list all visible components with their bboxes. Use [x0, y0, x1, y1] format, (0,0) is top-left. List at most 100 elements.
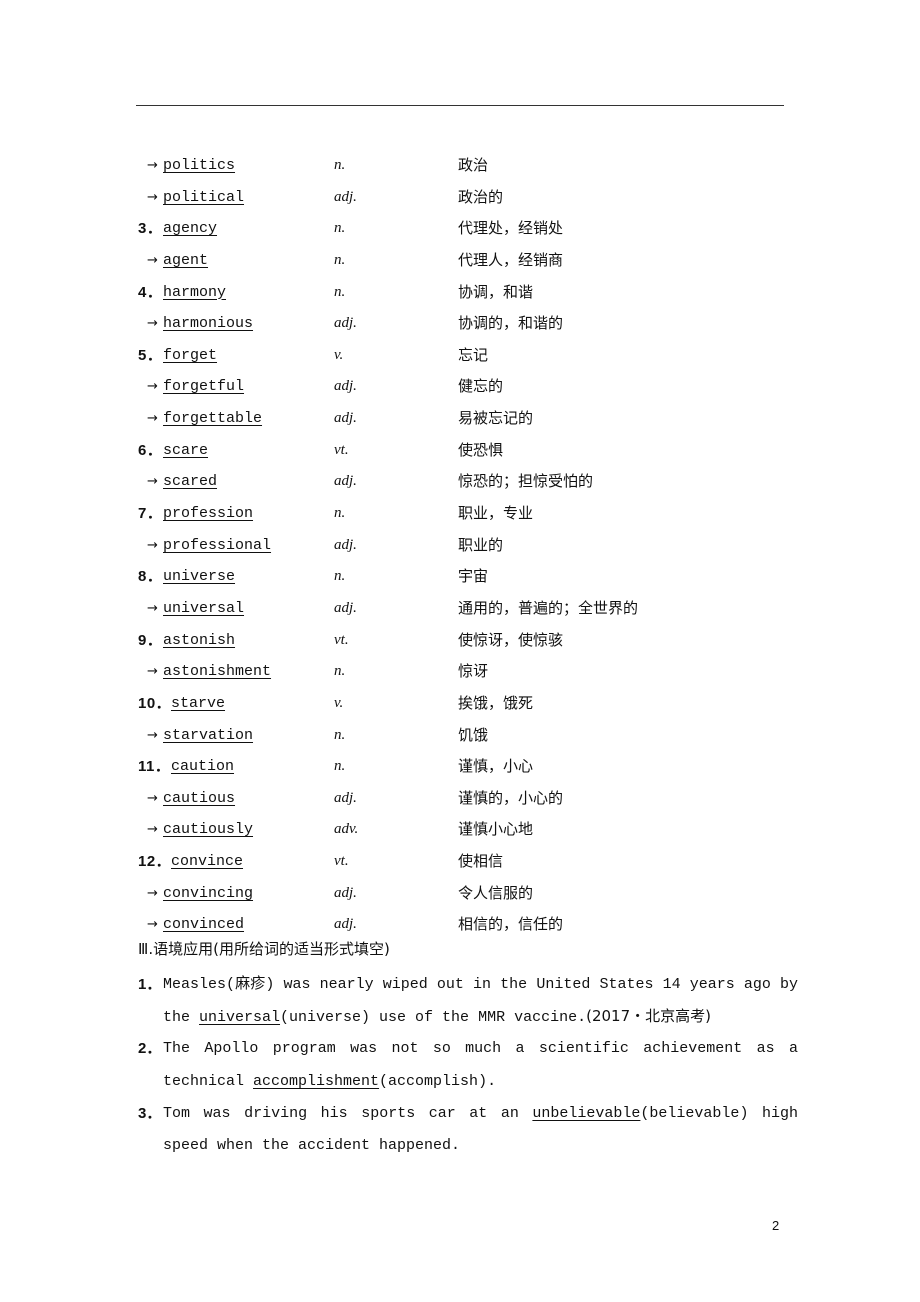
headword-row: 7． profession n. 职业，专业 [0, 498, 920, 530]
chinese-gloss: 宇宙 [458, 567, 489, 586]
vocab-word: starvation [163, 726, 254, 744]
part-of-speech: adj. [334, 473, 357, 490]
chinese-gloss: 忘记 [458, 345, 489, 364]
part-of-speech: n. [334, 726, 346, 743]
vocab-word: harmony [163, 283, 227, 301]
vocabulary-list: → politics n. 政治 → political adj. 政治的 3． agency n.… [0, 150, 920, 941]
derived-word-row: → astonishment n. 惊讶 [0, 656, 920, 688]
derived-word-row: → forgetful adj. 健忘的 [0, 371, 920, 403]
item-number: 3． [138, 220, 163, 238]
arrow-icon: → [147, 822, 158, 838]
header-rule [136, 105, 784, 106]
vocab-word: universe [163, 568, 236, 586]
item-number: 11． [138, 758, 171, 776]
vocab-word: harmonious [163, 315, 254, 333]
exercise-item: 1． Measles(麻疹) was nearly wiped out in th… [138, 969, 798, 1033]
derived-word-row: → convincing adj. 令人信服的 [0, 878, 920, 910]
derived-word-row: → politics n. 政治 [0, 150, 920, 182]
headword-row: 10． starve v. 挨饿，饿死 [0, 688, 920, 720]
derived-word-row: → professional adj. 职业的 [0, 530, 920, 562]
part-of-speech: n. [334, 251, 346, 268]
part-of-speech: adj. [334, 378, 357, 395]
arrow-icon: → [147, 474, 158, 490]
derived-word-row: → agent n. 代理人，经销商 [0, 245, 920, 277]
exercise-number: 1． [138, 976, 162, 993]
headword-row: 9． astonish vt. 使惊讶，使惊骇 [0, 625, 920, 657]
sentence-before: Tom was driving his sports car at an [163, 1104, 533, 1122]
chinese-gloss: 协调的，和谐的 [458, 314, 564, 333]
chinese-gloss: 健忘的 [458, 377, 504, 396]
item-number: 8． [138, 568, 163, 586]
derived-word-row: → universal adj. 通用的，普遍的；全世界的 [0, 593, 920, 625]
exercise-text: Measles(麻疹) was nearly wiped out in the … [138, 969, 798, 1033]
exercise-number: 3． [138, 1104, 162, 1122]
vocab-word: astonishment [163, 663, 272, 681]
part-of-speech: n. [334, 568, 346, 585]
vocab-word: convincing [163, 884, 254, 902]
arrow-icon: → [147, 252, 158, 268]
chinese-gloss: 易被忘记的 [458, 409, 534, 428]
chinese-gloss: 职业，专业 [458, 504, 534, 523]
answer-blank: unbelievable [532, 1104, 641, 1122]
arrow-icon: → [147, 727, 158, 743]
part-of-speech: n. [334, 157, 346, 173]
arrow-icon: → [147, 885, 158, 901]
item-number: 9． [138, 631, 163, 649]
arrow-icon: → [147, 600, 158, 616]
headword-row: 8． universe n. 宇宙 [0, 561, 920, 593]
chinese-gloss: 使惊讶，使惊骇 [458, 630, 564, 649]
part-of-speech: adj. [334, 410, 357, 427]
arrow-icon: → [147, 316, 158, 332]
vocab-word: professional [163, 536, 272, 554]
section-title: Ⅲ.语境应用(用所给词的适当形式填空) [138, 940, 390, 958]
chinese-gloss: 代理处，经销处 [458, 219, 564, 238]
item-number: 12． [138, 853, 172, 871]
chinese-gloss: 谨慎，小心 [458, 757, 534, 776]
headword-row: 12． convince vt. 使相信 [0, 846, 920, 878]
derived-word-row: → cautious adj. 谨慎的，小心的 [0, 783, 920, 815]
arrow-icon: → [147, 189, 158, 205]
sentence-after: (accomplish). [379, 1072, 497, 1090]
arrow-icon: → [147, 411, 158, 427]
answer-blank: universal [199, 1008, 281, 1026]
vocab-word: convince [171, 853, 244, 871]
headword-row: 3． agency n. 代理处，经销处 [0, 213, 920, 245]
headword-row: 4． harmony n. 协调，和谐 [0, 277, 920, 309]
chinese-gloss: 职业的 [458, 535, 504, 554]
arrow-icon: → [147, 917, 158, 933]
headword-row: 6． scare vt. 使恐惧 [0, 435, 920, 467]
chinese-gloss: 协调，和谐 [458, 282, 534, 301]
derived-word-row: → convinced adj. 相信的，信任的 [0, 909, 920, 941]
part-of-speech: vt. [334, 853, 349, 870]
derived-word-row: → harmonious adj. 协调的，和谐的 [0, 308, 920, 340]
chinese-gloss: 政治的 [458, 187, 504, 206]
chinese-gloss: 挨饿，饿死 [458, 693, 534, 712]
arrow-icon: → [147, 158, 158, 173]
exercise-list: 1． Measles(麻疹) was nearly wiped out in th… [138, 969, 798, 1162]
part-of-speech: adj. [334, 916, 357, 933]
vocab-word: scared [163, 473, 218, 491]
exercise-item: 2． The Apollo program was not so much a s… [138, 1033, 798, 1097]
arrow-icon: → [147, 790, 158, 806]
part-of-speech: adj. [334, 188, 357, 205]
arrow-icon: → [147, 664, 158, 680]
vocab-word: forget [163, 346, 218, 364]
part-of-speech: vt. [334, 631, 349, 648]
part-of-speech: adj. [334, 599, 357, 616]
part-of-speech: v. [334, 694, 344, 711]
chinese-gloss: 使恐惧 [458, 440, 504, 459]
part-of-speech: vt. [334, 441, 349, 458]
item-number: 5． [138, 346, 163, 364]
exercise-item: 3． Tom was driving his sports car at an u… [138, 1098, 798, 1162]
vocab-word: caution [171, 758, 235, 776]
headword-row: 5． forget v. 忘记 [0, 340, 920, 372]
item-number: 6． [138, 441, 163, 459]
vocab-word: agency [163, 220, 218, 238]
vocab-word: starve [171, 694, 226, 712]
part-of-speech: adj. [334, 789, 357, 806]
chinese-gloss: 谨慎的，小心的 [458, 788, 564, 807]
exercise-text: Tom was driving his sports car at an unb… [138, 1098, 798, 1162]
arrow-icon: → [147, 537, 158, 553]
chinese-gloss: 通用的，普遍的；全世界的 [458, 598, 639, 617]
chinese-gloss: 代理人，经销商 [458, 250, 564, 269]
